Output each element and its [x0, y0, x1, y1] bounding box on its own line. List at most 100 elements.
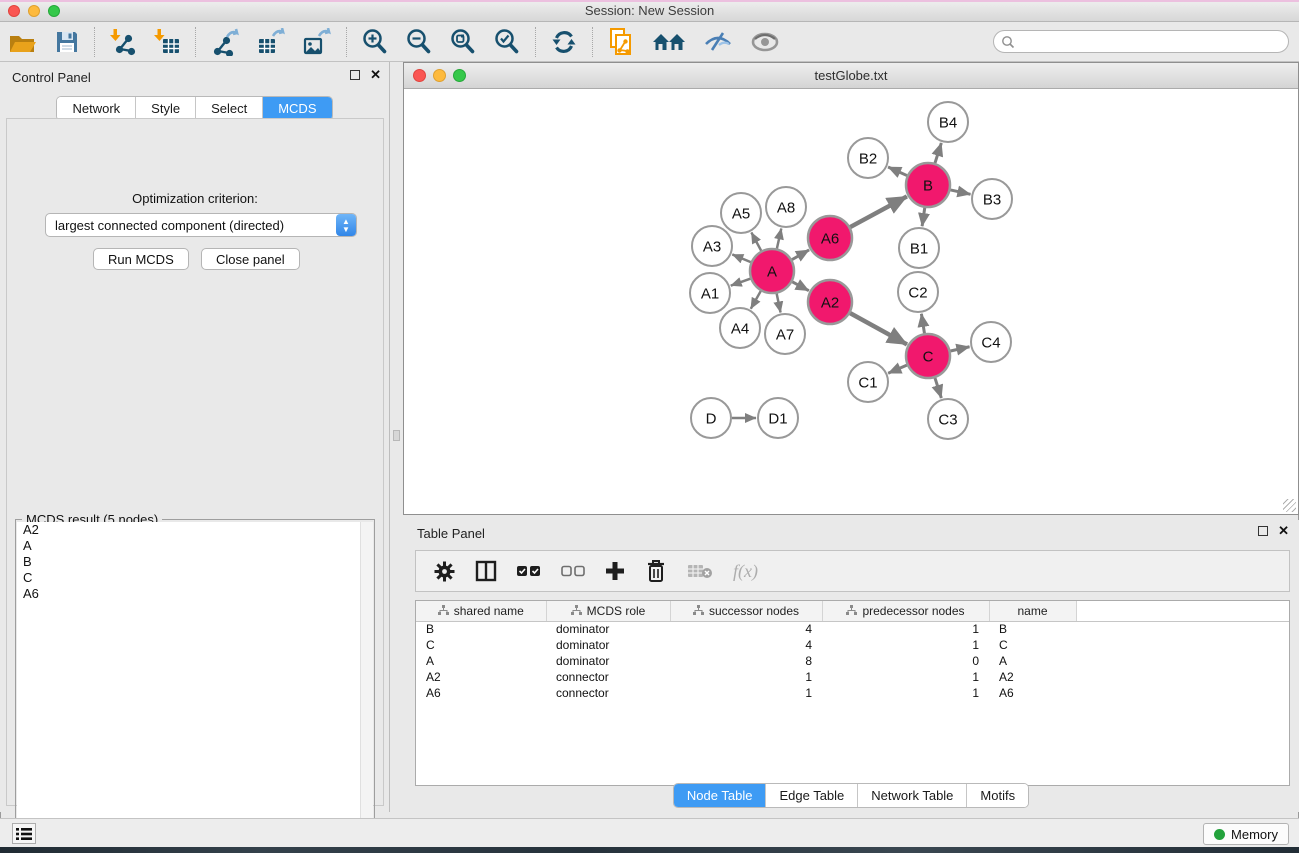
- splitter-handle[interactable]: [393, 430, 400, 441]
- graph-node-A4[interactable]: A4: [720, 308, 760, 348]
- zoom-in-button[interactable]: [353, 25, 397, 59]
- save-session-button[interactable]: [46, 25, 88, 59]
- graph-node-A5[interactable]: A5: [721, 193, 761, 233]
- graph-edge-A-A2[interactable]: [792, 282, 809, 291]
- graph-node-C2[interactable]: C2: [898, 272, 938, 312]
- table-row[interactable]: Adominator80A: [416, 653, 1290, 669]
- tab-style[interactable]: Style: [136, 97, 196, 120]
- graph-node-C3[interactable]: C3: [928, 399, 968, 439]
- zoom-out-button[interactable]: [397, 25, 441, 59]
- graph-node-A8[interactable]: A8: [766, 187, 806, 227]
- export-table-button[interactable]: [248, 25, 294, 59]
- add-column-button[interactable]: [595, 553, 635, 589]
- graph-node-B1[interactable]: B1: [899, 228, 939, 268]
- graph-node-A2[interactable]: A2: [808, 280, 852, 324]
- close-panel-button[interactable]: Close panel: [201, 248, 300, 270]
- table-row[interactable]: Cdominator41C: [416, 637, 1290, 653]
- import-table-button[interactable]: [145, 25, 189, 59]
- graph-node-B[interactable]: B: [906, 163, 950, 207]
- graph-node-A1[interactable]: A1: [690, 273, 730, 313]
- tab-edge-table[interactable]: Edge Table: [766, 784, 858, 807]
- window-titlebar[interactable]: Session: New Session: [0, 0, 1299, 22]
- graph-node-D[interactable]: D: [691, 398, 731, 438]
- graph-edge-A-A3[interactable]: [732, 254, 750, 262]
- close-table-panel-icon[interactable]: ✕: [1278, 526, 1289, 536]
- network-from-file-button[interactable]: [599, 25, 643, 59]
- network-canvas[interactable]: B4B2BB3A5A8A6A3B1AA1C2A2A4A7C4CC1C3DD1: [404, 89, 1298, 514]
- refresh-button[interactable]: [542, 25, 586, 59]
- graph-edge-A-A4[interactable]: [751, 291, 761, 309]
- graph-node-A[interactable]: A: [750, 249, 794, 293]
- graph-edge-C-C1[interactable]: [888, 365, 907, 373]
- tab-select[interactable]: Select: [196, 97, 263, 120]
- run-mcds-button[interactable]: Run MCDS: [93, 248, 189, 270]
- graph-edge-A-A5[interactable]: [751, 232, 761, 250]
- table-row[interactable]: A6connector11A6: [416, 685, 1290, 701]
- graph-edge-B-B1[interactable]: [922, 208, 925, 226]
- tab-node-table[interactable]: Node Table: [674, 784, 767, 807]
- deselect-all-button[interactable]: [551, 553, 595, 589]
- graph-edge-A-A1[interactable]: [731, 279, 751, 286]
- task-history-button[interactable]: [12, 823, 36, 844]
- graph-node-D1[interactable]: D1: [758, 398, 798, 438]
- delete-table-button[interactable]: [677, 553, 723, 589]
- graph-node-C4[interactable]: C4: [971, 322, 1011, 362]
- hide-selected-button[interactable]: [695, 25, 741, 59]
- result-list-item[interactable]: A: [17, 538, 361, 554]
- graph-edge-A2-C[interactable]: [850, 313, 907, 344]
- tab-network-table[interactable]: Network Table: [858, 784, 967, 807]
- column-header-name[interactable]: name: [989, 601, 1076, 621]
- tab-network[interactable]: Network: [57, 97, 136, 120]
- export-network-button[interactable]: [202, 25, 248, 59]
- export-image-button[interactable]: [294, 25, 340, 59]
- network-window-titlebar[interactable]: testGlobe.txt: [404, 63, 1298, 89]
- graph-node-B4[interactable]: B4: [928, 102, 968, 142]
- graph-node-B3[interactable]: B3: [972, 179, 1012, 219]
- memory-button[interactable]: Memory: [1203, 823, 1289, 845]
- graph-edge-A-A7[interactable]: [777, 294, 781, 313]
- function-builder-button[interactable]: f(x): [723, 553, 768, 589]
- graph-edge-A-A8[interactable]: [777, 228, 781, 248]
- result-list-item[interactable]: A6: [17, 586, 361, 602]
- graph-edge-C-C3[interactable]: [935, 378, 941, 398]
- column-header-successor-nodes[interactable]: successor nodes: [670, 601, 822, 621]
- tab-mcds[interactable]: MCDS: [263, 97, 331, 120]
- show-all-button[interactable]: [741, 25, 789, 59]
- graph-edge-C-C2[interactable]: [921, 314, 924, 334]
- column-header-shared-name[interactable]: shared name: [416, 601, 546, 621]
- graph-edge-B-B4[interactable]: [935, 143, 941, 163]
- graph-edge-C-C4[interactable]: [950, 347, 969, 351]
- search-input[interactable]: [1019, 35, 1288, 49]
- graph-node-C1[interactable]: C1: [848, 362, 888, 402]
- graph-edge-A-A6[interactable]: [792, 250, 809, 260]
- column-header-predecessor-nodes[interactable]: predecessor nodes: [822, 601, 989, 621]
- close-panel-icon[interactable]: ✕: [370, 70, 381, 80]
- graph-node-A3[interactable]: A3: [692, 226, 732, 266]
- search-field[interactable]: [993, 30, 1289, 53]
- zoom-fit-button[interactable]: [441, 25, 485, 59]
- graph-node-B2[interactable]: B2: [848, 138, 888, 178]
- criterion-dropdown[interactable]: largest connected component (directed) ▲…: [45, 213, 357, 237]
- column-header-mcds-role[interactable]: MCDS role: [546, 601, 670, 621]
- home-button[interactable]: [643, 25, 695, 59]
- import-network-button[interactable]: [101, 25, 145, 59]
- float-panel-icon[interactable]: [350, 70, 360, 80]
- table-row[interactable]: A2connector11A2: [416, 669, 1290, 685]
- result-list-item[interactable]: A2: [17, 522, 361, 538]
- table-settings-button[interactable]: [424, 553, 465, 589]
- zoom-selected-button[interactable]: [485, 25, 529, 59]
- open-session-button[interactable]: [0, 25, 46, 59]
- result-list-item[interactable]: B: [17, 554, 361, 570]
- result-list-scrollbar[interactable]: [360, 522, 373, 853]
- graph-edge-A6-B[interactable]: [850, 196, 907, 227]
- tab-motifs[interactable]: Motifs: [967, 784, 1028, 807]
- window-resize-grip[interactable]: [1283, 499, 1296, 512]
- graph-edge-B-B3[interactable]: [950, 190, 970, 194]
- graph-node-C[interactable]: C: [906, 334, 950, 378]
- graph-edge-B-B2[interactable]: [888, 167, 907, 176]
- result-list-item[interactable]: C: [17, 570, 361, 586]
- show-columns-button[interactable]: [465, 553, 507, 589]
- select-all-button[interactable]: [507, 553, 551, 589]
- graph-node-A7[interactable]: A7: [765, 314, 805, 354]
- float-table-panel-icon[interactable]: [1258, 526, 1268, 536]
